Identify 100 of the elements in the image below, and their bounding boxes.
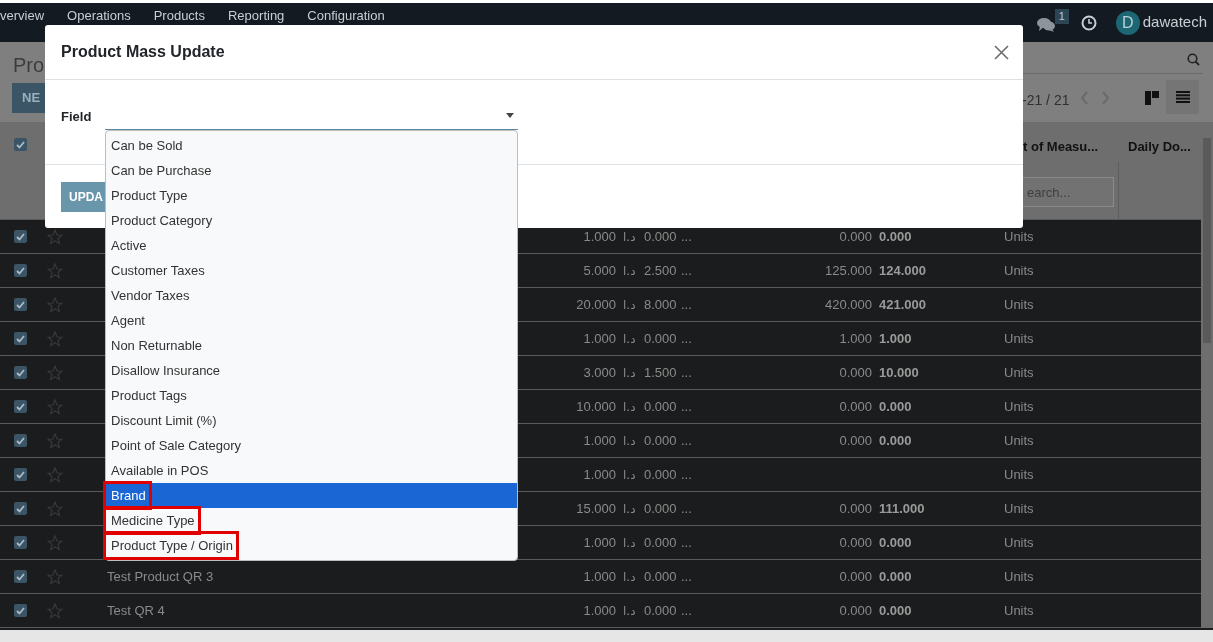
table-cell-text: Units <box>1004 431 1034 450</box>
table-cell-text: Units <box>1004 261 1034 280</box>
star-icon[interactable] <box>47 330 63 347</box>
table-cell-text: 111.000 <box>879 499 926 518</box>
dropdown-option[interactable]: Medicine Type <box>106 508 517 533</box>
table-cell-text: Test Product QR 3 <box>107 567 215 586</box>
dropdown-option[interactable]: Product Tags <box>106 383 517 408</box>
star-icon[interactable] <box>47 534 63 551</box>
table-cell-text: Units <box>1004 465 1034 484</box>
dropdown-option[interactable]: Vendor Taxes <box>106 283 517 308</box>
select-all-checkbox[interactable] <box>14 138 27 151</box>
table-cell-text: ... <box>681 431 693 450</box>
row-checkbox[interactable] <box>14 264 27 277</box>
notification-badge: 1 <box>1054 8 1069 24</box>
menu-item[interactable]: verview <box>0 8 45 24</box>
table-cell-text: 0.000 <box>879 601 913 620</box>
row-checkbox[interactable] <box>14 536 27 549</box>
kanban-view-icon[interactable] <box>1145 91 1159 105</box>
star-icon[interactable] <box>47 364 63 381</box>
table-cell-text: 15.000 <box>575 499 616 518</box>
table-cell-text: د.ا <box>623 602 637 620</box>
star-icon[interactable] <box>47 398 63 415</box>
row-checkbox[interactable] <box>14 366 27 379</box>
table-cell-text: 0.000 <box>838 567 872 586</box>
table-cell-text: 10.000 <box>879 363 920 382</box>
table-cell-text: ... <box>681 465 693 484</box>
column-header[interactable]: Daily Do... <box>1128 137 1191 157</box>
star-icon[interactable] <box>47 602 63 619</box>
user-name[interactable]: dawatech <box>1142 11 1207 34</box>
close-icon[interactable] <box>994 44 1009 60</box>
chat-icon[interactable] <box>1036 16 1056 32</box>
dropdown-option[interactable]: Can be Purchase <box>106 158 517 183</box>
star-icon[interactable] <box>47 500 63 517</box>
table-cell-text: 0.000 <box>644 431 674 450</box>
row-checkbox[interactable] <box>14 230 27 243</box>
table-cell-text: Units <box>1004 601 1034 620</box>
table-cell-text: Units <box>1004 329 1034 348</box>
table-cell-text: 1.000 <box>879 329 913 348</box>
dropdown-option[interactable]: Brand <box>106 483 517 508</box>
dropdown-option[interactable]: Customer Taxes <box>106 258 517 283</box>
row-checkbox[interactable] <box>14 298 27 311</box>
dropdown-option[interactable]: Agent <box>106 308 517 333</box>
menu-item[interactable]: Configuration <box>307 8 385 24</box>
user-avatar[interactable]: D <box>1115 10 1140 35</box>
table-cell-text: 1.500 <box>644 363 674 382</box>
table-cell-text: 0.000 <box>644 227 674 246</box>
table-cell-text: 0.000 <box>838 499 872 518</box>
table-cell-text: ... <box>681 295 693 314</box>
table-cell-text: د.ا <box>623 398 637 416</box>
star-icon[interactable] <box>47 296 63 313</box>
star-icon[interactable] <box>47 568 63 585</box>
table-cell-text: ... <box>681 329 693 348</box>
row-checkbox[interactable] <box>14 604 27 617</box>
table-cell-text: 0.000 <box>879 431 913 450</box>
table-cell-text: 125.000 <box>824 261 872 280</box>
star-icon[interactable] <box>47 262 63 279</box>
clock-icon[interactable] <box>1080 14 1097 31</box>
row-checkbox[interactable] <box>14 400 27 413</box>
dropdown-option[interactable]: Disallow Insurance <box>106 358 517 383</box>
table-cell-text: 0.000 <box>838 601 872 620</box>
table-cell-text: 10.000 <box>575 397 616 416</box>
dropdown-option[interactable]: Point of Sale Category <box>106 433 517 458</box>
table-cell-text: د.ا <box>623 466 637 484</box>
table-cell-text: 1.000 <box>582 567 616 586</box>
table-cell-text: 1.000 <box>582 227 616 246</box>
search-icon[interactable] <box>1187 53 1200 66</box>
dropdown-option[interactable]: Available in POS <box>106 458 517 483</box>
row-checkbox[interactable] <box>14 570 27 583</box>
table-cell-text: 2.500 <box>644 261 674 280</box>
dropdown-option[interactable]: Discount Limit (%) <box>106 408 517 433</box>
menu-item[interactable]: Reporting <box>228 8 285 24</box>
row-checkbox[interactable] <box>14 434 27 447</box>
table-cell-text: ... <box>681 567 693 586</box>
column-header[interactable]: t of Measu... <box>1023 137 1099 157</box>
table-cell-text: 0.000 <box>838 227 872 246</box>
table-cell-text: د.ا <box>623 330 637 348</box>
table-cell-text: د.ا <box>623 228 637 246</box>
table-cell-text: 20.000 <box>575 295 616 314</box>
table-cell-text: 0.000 <box>838 363 872 382</box>
table-cell-text: د.ا <box>623 534 637 552</box>
menu-item[interactable]: Operations <box>67 8 131 24</box>
table-cell-text: 1.000 <box>582 533 616 552</box>
dropdown-option[interactable]: Non Returnable <box>106 333 517 358</box>
star-icon[interactable] <box>47 432 63 449</box>
table-cell-text: 3.000 <box>582 363 616 382</box>
dropdown-option[interactable]: Active <box>106 233 517 258</box>
table-cell-text: 124.000 <box>879 261 927 280</box>
list-view-button[interactable] <box>1166 80 1199 114</box>
row-checkbox[interactable] <box>14 332 27 345</box>
table-cell-text: د.ا <box>623 500 637 518</box>
menu-item[interactable]: Products <box>153 8 205 24</box>
star-icon[interactable] <box>47 228 63 245</box>
dropdown-option[interactable]: Product Type / Origin <box>106 533 517 558</box>
table-cell-text: 0.000 <box>644 465 674 484</box>
row-checkbox[interactable] <box>14 468 27 481</box>
dropdown-option[interactable]: Can be Sold <box>106 133 517 158</box>
horizontal-scrollbar[interactable] <box>0 630 1213 642</box>
table-cell-text: 1.000 <box>838 329 872 348</box>
row-checkbox[interactable] <box>14 502 27 515</box>
star-icon[interactable] <box>47 466 63 483</box>
